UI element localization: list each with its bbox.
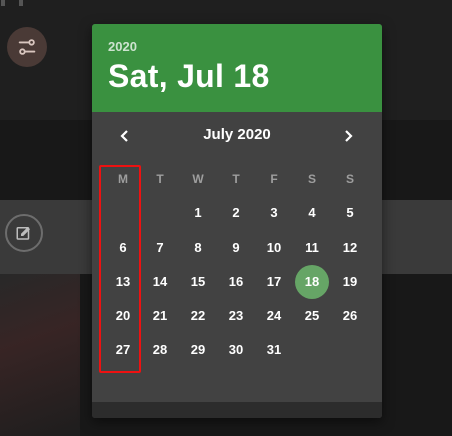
date-picker-dialog: 2020 Sat, Jul 18 July 2020 MTWTFSS123456… [92,24,382,418]
day-cell[interactable]: 22 [181,299,215,333]
edit-image-button[interactable] [5,214,43,252]
weekday-header: S [307,172,316,186]
day-cell[interactable]: 6 [106,231,140,265]
day-cell[interactable]: 19 [333,265,367,299]
day-cell[interactable]: 11 [295,231,329,265]
day-cell[interactable]: 12 [333,231,367,265]
day-cell[interactable]: 14 [143,265,177,299]
previous-month-button[interactable] [111,122,139,150]
filter-settings-button[interactable] [7,27,47,67]
day-cell[interactable]: 23 [219,299,253,333]
chevron-right-icon [345,130,353,142]
day-cell[interactable]: 3 [257,196,291,230]
day-cell[interactable]: 4 [295,196,329,230]
day-cell[interactable]: 29 [181,333,215,367]
day-cell[interactable]: 1 [181,196,215,230]
day-cell-selected[interactable]: 18 [295,265,329,299]
chevron-left-icon [120,130,128,142]
date-picker-header: 2020 Sat, Jul 18 [92,24,382,112]
day-cell[interactable]: 26 [333,299,367,333]
day-cell[interactable]: 17 [257,265,291,299]
day-cell[interactable]: 5 [333,196,367,230]
day-cell[interactable]: 13 [106,265,140,299]
weekday-header: T [232,172,240,186]
weekday-header: W [192,172,204,186]
selected-date-label[interactable]: Sat, Jul 18 [108,58,270,95]
background-top-dots [0,0,30,6]
weekday-header: M [118,172,128,186]
day-cell[interactable]: 24 [257,299,291,333]
filter-settings-icon [18,39,36,55]
day-cell[interactable]: 28 [143,333,177,367]
day-cell[interactable]: 16 [219,265,253,299]
day-cell[interactable]: 2 [219,196,253,230]
day-cell[interactable]: 10 [257,231,291,265]
day-cell[interactable]: 30 [219,333,253,367]
year-label[interactable]: 2020 [108,39,137,54]
day-cell[interactable]: 20 [106,299,140,333]
background-image [0,274,80,436]
day-cell[interactable]: 21 [143,299,177,333]
edit-image-icon [16,227,30,240]
day-cell[interactable]: 8 [181,231,215,265]
next-month-button[interactable] [334,122,362,150]
day-cell[interactable]: 7 [143,231,177,265]
weekday-header: F [270,172,278,186]
weekday-header: S [345,172,354,186]
month-year-label: July 2020 [203,126,271,143]
day-cell[interactable]: 9 [219,231,253,265]
day-cell[interactable]: 25 [295,299,329,333]
day-cell[interactable]: 15 [181,265,215,299]
picker-footer [92,402,382,418]
weekday-header: T [156,172,164,186]
day-cell[interactable]: 31 [257,333,291,367]
day-cell[interactable]: 27 [106,333,140,367]
